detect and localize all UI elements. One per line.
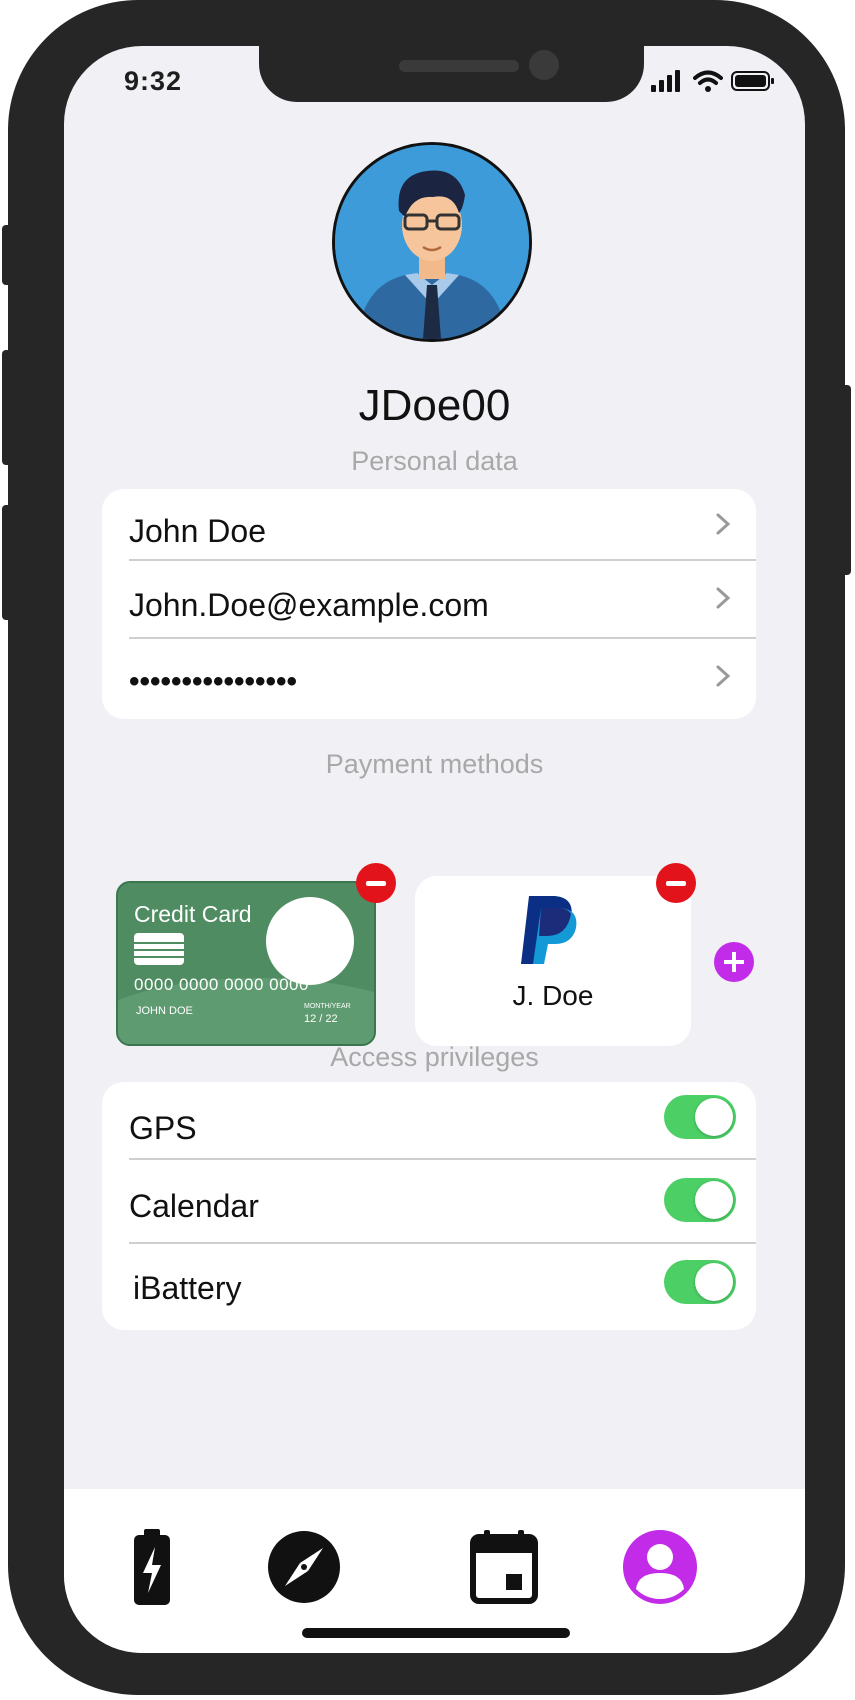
payment-methods-title: Payment methods [325,749,544,779]
row-email[interactable]: John.Doe@example.com [129,563,756,635]
avatar-illustration [335,145,529,339]
ibattery-label: iBattery [133,1270,242,1306]
calendar-icon [470,1530,538,1604]
personal-data-title: Personal data [351,446,518,476]
row-calendar: Calendar [129,1162,756,1240]
screen: 9:32 JDoe00 Personal data John Doe John.… [64,46,805,1653]
profile-icon [623,1530,697,1604]
row-full-name[interactable]: John Doe [129,489,756,561]
front-camera [529,50,559,80]
access-privileges-card: GPS Calendar iBattery [102,1082,756,1330]
card-hologram [266,897,354,985]
notch [259,46,644,102]
paypal-logo-icon [521,896,577,964]
full-name-label: John Doe [129,513,266,549]
credit-card-title: Credit Card [134,901,252,927]
chevron-right-icon [716,513,731,535]
remove-paypal-button[interactable] [656,863,696,903]
home-indicator[interactable] [302,1628,570,1638]
email-label: John.Doe@example.com [129,587,489,623]
side-button-mute [2,225,16,285]
signal-icon [651,70,680,92]
row-gps: GPS [129,1082,756,1160]
divider [129,1242,756,1244]
password-label: •••••••••••••••• [129,665,298,698]
status-time: 9:32 [124,66,183,96]
tab-explore[interactable] [264,1527,344,1607]
avatar[interactable] [332,142,532,342]
personal-data-card: John Doe John.Doe@example.com ••••••••••… [102,489,756,719]
chevron-right-icon [716,587,731,609]
tab-calendar[interactable] [464,1527,544,1607]
speaker [399,60,519,72]
ibattery-toggle[interactable] [664,1260,736,1304]
divider [129,637,756,639]
card-chip-icon [134,933,184,965]
wifi-icon [693,70,723,92]
phone-frame: 9:32 JDoe00 Personal data John Doe John.… [2,0,851,1695]
access-privileges-title: Access privileges [330,1042,539,1072]
calendar-toggle[interactable] [664,1178,736,1222]
card-expiry: 12 / 22 [304,1013,338,1025]
side-button-volume-down [2,505,16,620]
row-ibattery: iBattery [129,1246,756,1324]
gps-label: GPS [129,1110,197,1146]
profile-username: JDoe00 [358,381,511,430]
tab-battery[interactable] [112,1527,192,1607]
battery-icon [134,1529,170,1605]
card-number: 0000 0000 0000 0000 [134,975,309,994]
side-button-power [837,385,851,575]
side-button-volume-up [2,350,16,465]
divider [129,1158,756,1160]
battery-status-icon [731,71,774,91]
chevron-right-icon [716,665,731,687]
paypal-name: J. Doe [512,980,594,1011]
gps-toggle[interactable] [664,1095,736,1139]
credit-card[interactable]: Credit Card 0000 0000 0000 0000 JOHN DOE… [116,881,376,1046]
remove-credit-card-button[interactable] [356,863,396,903]
compass-icon [268,1531,340,1603]
status-icons [651,70,775,92]
paypal-card[interactable]: J. Doe [415,876,691,1046]
card-holder: JOHN DOE [136,1005,193,1017]
calendar-label: Calendar [129,1188,259,1224]
divider [129,559,756,561]
add-payment-method-button[interactable] [714,942,754,982]
tab-profile[interactable] [620,1527,700,1607]
card-expiry-label: MONTH/YEAR [304,1003,351,1010]
row-password[interactable]: •••••••••••••••• [129,641,756,713]
